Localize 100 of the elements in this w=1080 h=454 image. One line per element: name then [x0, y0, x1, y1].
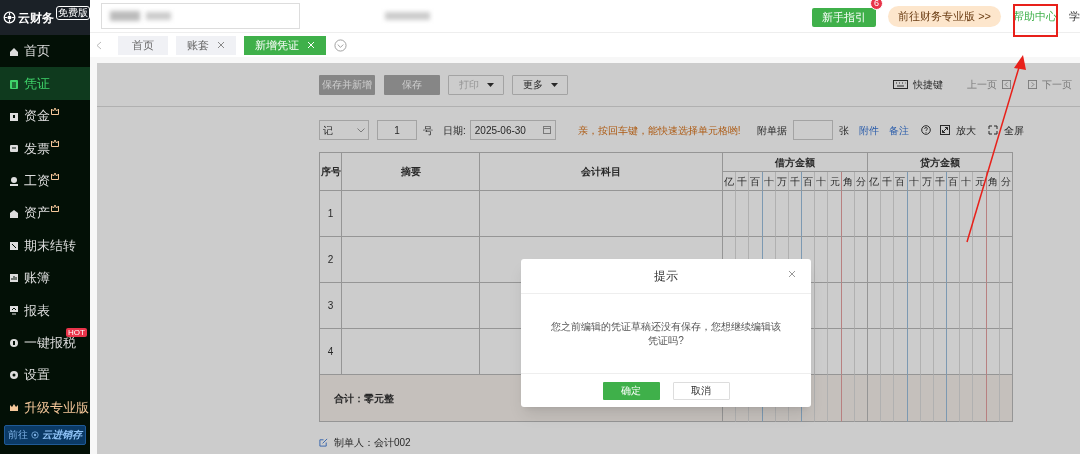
fullscreen-label: 全屏 — [1003, 123, 1024, 138]
table-cell — [868, 191, 882, 237]
dropdown-button[interactable]: 更多 — [512, 74, 568, 95]
text-link[interactable]: 附件 — [858, 122, 879, 138]
shortcut-button[interactable]: 快捷键 — [893, 77, 943, 92]
digit-header: 角 — [986, 172, 1000, 191]
table-cell — [868, 237, 882, 283]
sidebar-label: 升级专业版 — [24, 398, 89, 417]
table-cell — [815, 191, 829, 237]
notification-badge: 6 — [870, 0, 884, 10]
bar-chart-icon — [9, 272, 19, 283]
digit-header: 千 — [736, 172, 750, 191]
table-cell — [960, 283, 974, 329]
sidebar-item[interactable]: 报表 — [0, 294, 90, 327]
sidebar-item[interactable]: 首页 — [0, 35, 90, 68]
table-cell — [815, 375, 829, 422]
attachment-count-field[interactable] — [792, 120, 833, 140]
gear-logo-icon — [31, 430, 39, 439]
table-cell — [881, 283, 895, 329]
sidebar-item[interactable]: 资金 — [0, 99, 90, 133]
fullscreen-button[interactable]: 全屏 — [987, 122, 1024, 138]
date-field[interactable]: 2025-06-30 — [469, 120, 556, 140]
digit-header: 千 — [881, 172, 895, 191]
table-cell — [881, 191, 895, 237]
tab[interactable]: 账套 — [176, 35, 236, 55]
attachment-label: 附单据 — [756, 123, 787, 138]
table-cell — [947, 191, 961, 237]
table-cell — [947, 283, 961, 329]
promo-button[interactable]: 前往 云进销存 — [4, 424, 86, 445]
settings-icon — [9, 370, 19, 381]
nav-link[interactable]: 学 — [1069, 7, 1080, 25]
digit-header: 亿 — [723, 172, 737, 191]
digit-header: 角 — [841, 172, 855, 191]
table-cell — [960, 375, 974, 422]
chevron-down-icon — [334, 38, 347, 52]
table-cell — [999, 191, 1013, 237]
digit-header: 十 — [762, 172, 776, 191]
percent-icon — [9, 240, 19, 251]
table-cell — [828, 191, 842, 237]
caret-icon — [486, 82, 494, 87]
table-cell — [933, 237, 948, 283]
zoom-button[interactable]: 放大 — [939, 122, 976, 138]
search-field[interactable] — [101, 3, 300, 29]
column-header: 序号 — [320, 153, 342, 191]
hint-text: 亲，按回车键，能快速选择单元格哟! — [577, 123, 741, 138]
table-cell — [933, 191, 948, 237]
table-cell — [920, 191, 934, 237]
voucher-type-select[interactable]: 记 — [319, 120, 369, 140]
cancel-button[interactable]: 取消 — [672, 381, 730, 400]
keyboard-icon — [893, 80, 908, 89]
logo-text: 云财务 — [18, 9, 54, 27]
select-value: 记 — [323, 123, 333, 138]
table-cell — [828, 375, 842, 422]
digit-header: 十 — [907, 172, 921, 191]
gear-logo-icon — [3, 11, 16, 24]
hot-badge: HOT — [66, 327, 87, 337]
column-header: 会计科目 — [480, 153, 723, 191]
row-number: 2 — [320, 237, 342, 283]
table-cell — [802, 191, 816, 237]
digit-header: 千 — [933, 172, 948, 191]
table-cell — [815, 283, 829, 329]
text-link[interactable]: 备注 — [888, 122, 909, 138]
wallet-icon — [9, 110, 19, 121]
number-field[interactable]: 1 — [377, 120, 417, 140]
sidebar-item[interactable]: 设置 — [0, 358, 90, 392]
sidebar-label: 凭证 — [24, 74, 50, 93]
sidebar-item[interactable]: 期末结转 — [0, 229, 90, 262]
digit-header: 万 — [775, 172, 789, 191]
button-label: 保存 — [402, 78, 422, 92]
pro-version-button[interactable]: 前往财务专业版 >> — [888, 5, 1001, 27]
sidebar-item[interactable]: 升级专业版 — [0, 391, 90, 424]
date-label: 日期: — [443, 123, 466, 138]
column-header: 摘要 — [342, 153, 480, 191]
table-cell — [999, 237, 1013, 283]
table-cell — [841, 237, 855, 283]
sidebar-item[interactable]: 发票 — [0, 132, 90, 165]
table-cell — [881, 375, 895, 422]
promo-brand: 云进销存 — [42, 428, 82, 443]
sidebar-item[interactable]: 工资 — [0, 164, 90, 197]
fullscreen-icon — [987, 125, 998, 135]
table-cell — [894, 237, 908, 283]
sidebar-item[interactable]: 资产 — [0, 196, 90, 230]
chevron-down-icon — [357, 127, 365, 133]
table-cell — [841, 283, 855, 329]
sidebar-item[interactable]: 一键报税 HOT — [0, 326, 90, 359]
tab[interactable]: 首页 — [118, 35, 168, 55]
digit-header: 百 — [894, 172, 908, 191]
house-icon — [9, 208, 19, 219]
table-cell — [894, 375, 908, 422]
sidebar-item[interactable]: 凭证 — [0, 67, 90, 100]
sidebar-label: 首页 — [24, 42, 50, 61]
column-header: 借方金额 — [723, 153, 868, 172]
table-cell — [828, 283, 842, 329]
chevron-right-icon — [1028, 80, 1037, 89]
sidebar-item[interactable]: 账簿 — [0, 261, 90, 295]
sidebar-label: 发票 — [24, 139, 50, 158]
date-value: 2025-06-30 — [474, 123, 526, 138]
sidebar-label: 报表 — [24, 301, 50, 320]
digit-header: 万 — [920, 172, 934, 191]
sidebar-label: 资产 — [24, 204, 50, 223]
